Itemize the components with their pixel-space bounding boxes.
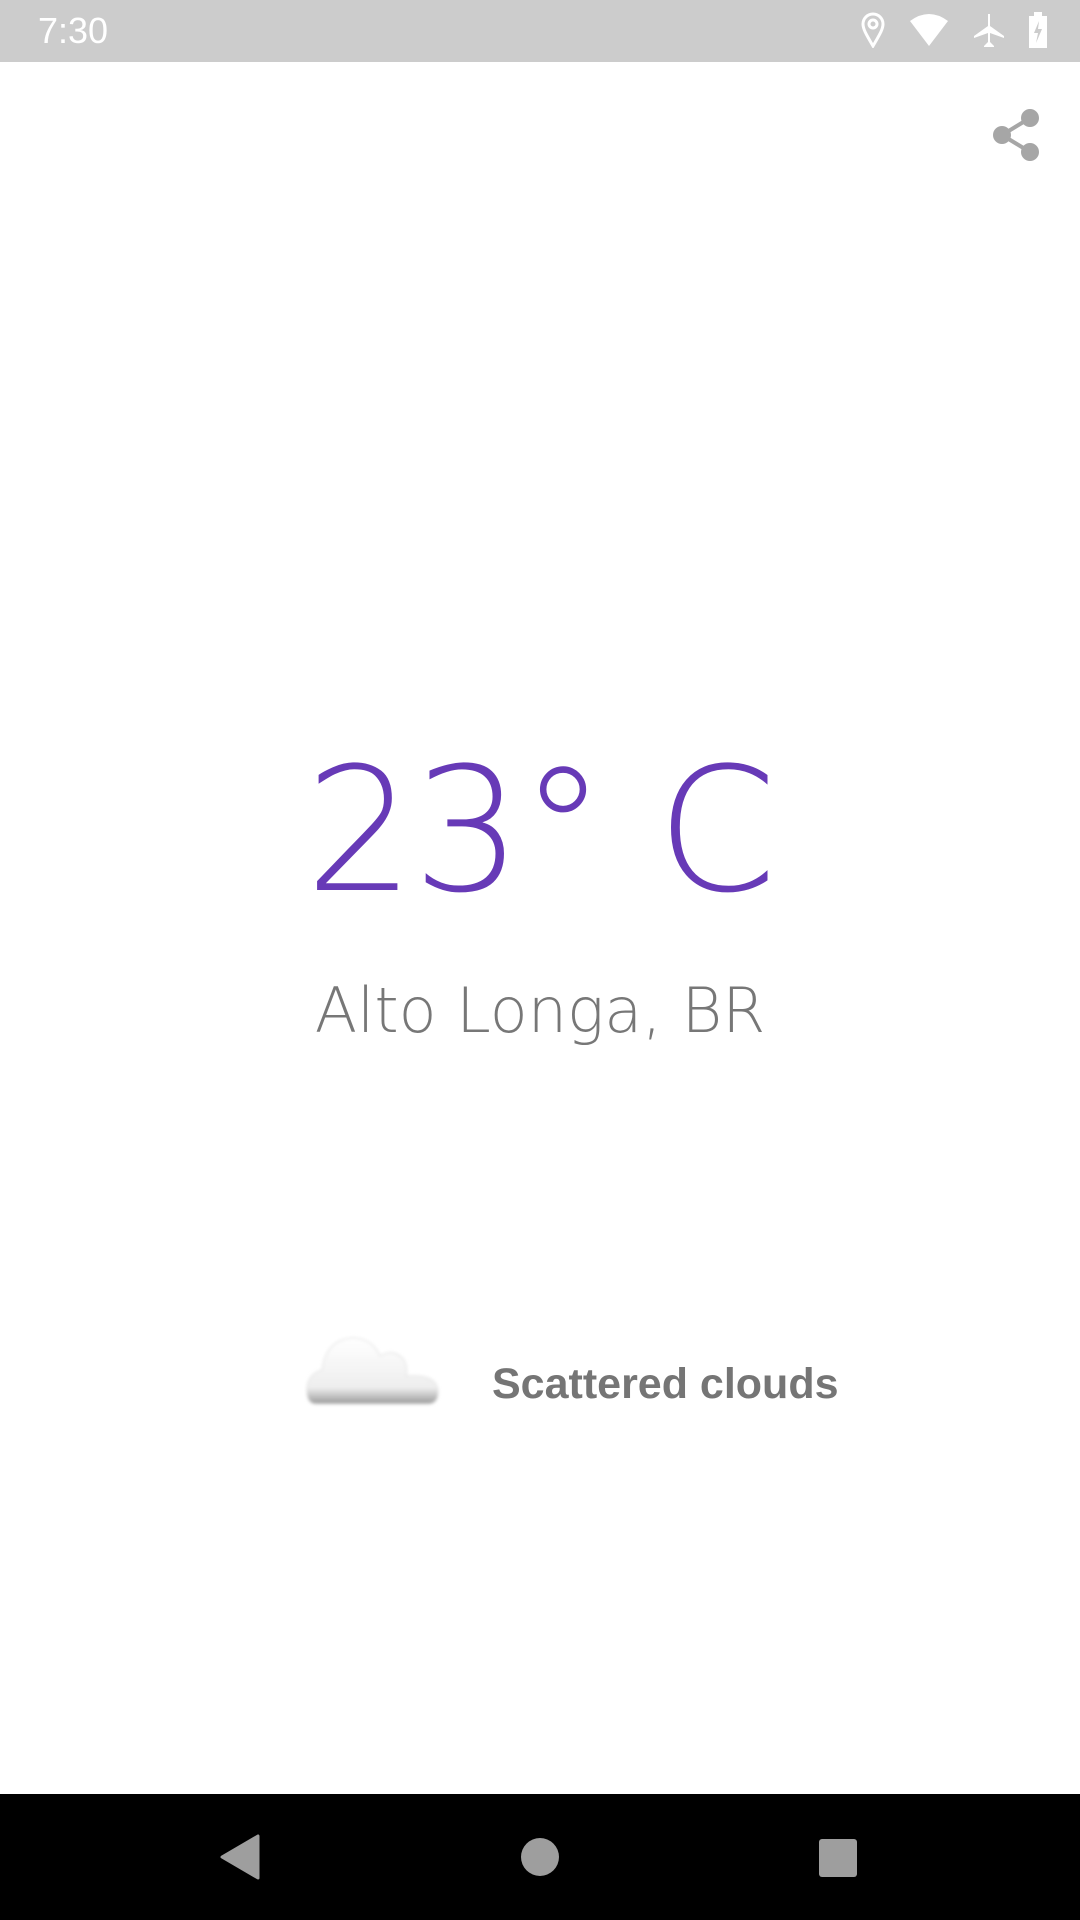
- location-name: Alto Longa, BR: [314, 974, 766, 1047]
- temperature: 23° C: [305, 730, 777, 931]
- cloud-icon: [306, 1337, 439, 1405]
- battery-charging-icon: [1029, 12, 1047, 48]
- status-time: 7:30: [38, 10, 109, 51]
- recents-icon[interactable]: [818, 1838, 858, 1878]
- status-bar: 7:30: [0, 0, 1080, 62]
- wifi-icon: [910, 14, 948, 46]
- home-icon[interactable]: [520, 1837, 560, 1877]
- location-icon: [861, 12, 885, 48]
- airplane-mode-icon: [974, 14, 1004, 47]
- share-icon: [993, 109, 1039, 161]
- back-icon[interactable]: [218, 1834, 260, 1880]
- share-button[interactable]: [990, 108, 1044, 162]
- navigation-bar: [0, 1794, 1080, 1920]
- weather-description: Scattered clouds: [492, 1360, 839, 1408]
